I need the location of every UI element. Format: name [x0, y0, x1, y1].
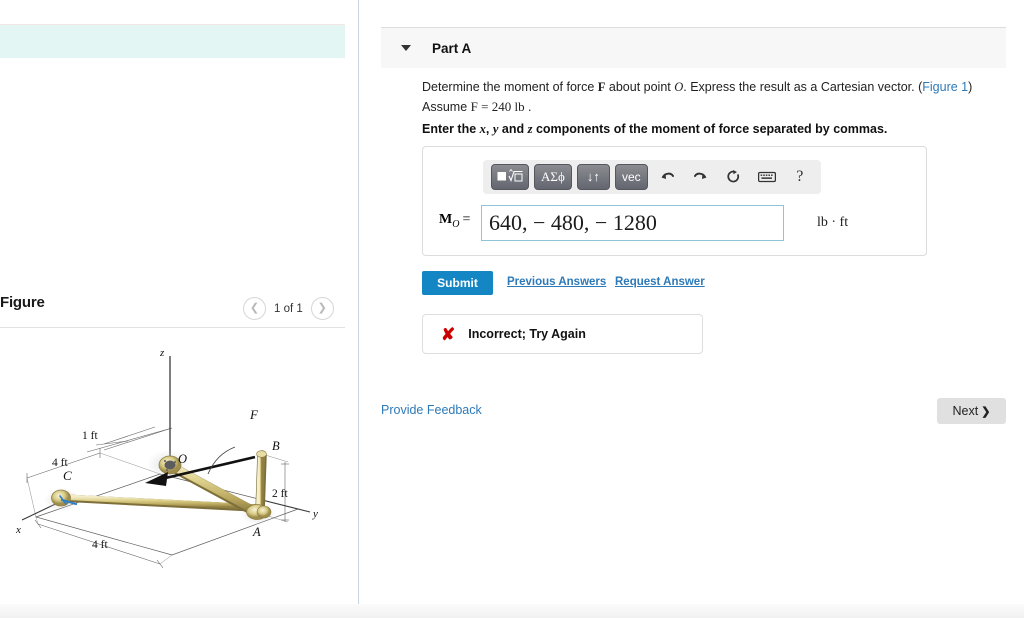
chevron-right-icon: ❯ — [981, 405, 991, 418]
figure-title: Figure — [0, 294, 45, 311]
request-answer-link[interactable]: Request Answer — [615, 276, 705, 288]
part-a-label: Part A — [432, 40, 472, 56]
next-button-label: Next — [952, 404, 979, 418]
figure-counter: 1 of 1 — [274, 302, 303, 315]
updown-arrows-button[interactable]: ↓↑ — [576, 164, 610, 190]
axis-label-z: z — [159, 347, 165, 359]
instruction-d: components of the moment of force separa… — [532, 122, 888, 136]
vector-button[interactable]: vec — [614, 164, 648, 190]
next-button[interactable]: Next ❯ — [937, 398, 1006, 424]
redo-icon[interactable] — [688, 164, 714, 190]
question-line1-b: about point — [605, 80, 675, 94]
cross-mark-icon: ✘ — [441, 324, 456, 344]
instruction-a: Enter the — [422, 122, 480, 136]
figure-panel: Figure ❮ 1 of 1 ❯ z y x O B A C F 1 ft 4… — [0, 0, 358, 618]
axis-label-y: y — [312, 508, 318, 520]
math-toolbar[interactable]: ΑΣϕ ↓↑ vec ? — [483, 160, 821, 194]
chevron-right-icon[interactable]: ❯ — [310, 297, 334, 320]
previous-answers-link[interactable]: Previous Answers — [507, 276, 606, 288]
point-label-B: B — [272, 439, 280, 453]
answer-container: ΑΣϕ ↓↑ vec ? MO = 640, − 480, − 1280 lb … — [422, 146, 927, 256]
template-radical-button[interactable] — [491, 164, 529, 190]
caret-down-icon[interactable] — [401, 45, 411, 51]
greek-symbols-button[interactable]: ΑΣϕ — [534, 164, 572, 190]
dimension-label-4ft-left: 4 ft — [52, 457, 68, 469]
template-radical-icon — [497, 169, 523, 183]
figure-pagination[interactable]: ❮ 1 of 1 ❯ — [243, 297, 334, 320]
mechanics-figure-diagram: z y x O B A C F 1 ft 4 ft 2 ft 4 ft — [15, 347, 318, 569]
highlight-band — [0, 24, 345, 58]
instruction-text: Enter the x, y and z components of the m… — [422, 120, 992, 139]
reset-icon[interactable] — [721, 164, 747, 190]
point-label-O: O — [178, 452, 187, 466]
question-line1-a: Determine the moment of force — [422, 80, 598, 94]
provide-feedback-link[interactable]: Provide Feedback — [381, 403, 482, 417]
question-line1-c: . Express the result as a Cartesian vect… — [683, 80, 923, 94]
dimension-label-4ft-bottom: 4 ft — [92, 539, 108, 551]
instruction-c: and — [498, 122, 528, 136]
answer-units: lb · ft — [817, 215, 849, 230]
force-label-F: F — [249, 407, 259, 422]
question-symbol-O: O — [674, 80, 684, 94]
problem-panel: Part A Determine the moment of force F a… — [359, 0, 1024, 618]
answer-variable-M: M — [439, 212, 453, 227]
problem-page: Figure ❮ 1 of 1 ❯ z y x O B A C F 1 ft 4… — [0, 0, 1024, 618]
figure-1-link[interactable]: Figure 1 — [922, 80, 968, 94]
feedback-message: Incorrect; Try Again — [468, 327, 586, 341]
keyboard-icon[interactable] — [754, 164, 780, 190]
part-a-header[interactable]: Part A — [381, 27, 1006, 68]
question-line2-b: . — [524, 99, 532, 114]
point-label-A: A — [252, 525, 261, 539]
answer-variable-label: MO = — [439, 212, 470, 230]
dimension-label-1ft: 1 ft — [82, 430, 98, 442]
question-line1-d: ) — [968, 80, 973, 94]
instruction-b: , — [485, 122, 493, 136]
undo-icon[interactable] — [655, 164, 681, 190]
feedback-banner: ✘ Incorrect; Try Again — [422, 314, 703, 354]
bottom-strip — [0, 604, 1024, 618]
answer-equals-sign: = — [462, 212, 471, 227]
submit-button[interactable]: Submit — [422, 271, 493, 295]
figure-divider — [0, 327, 345, 328]
point-label-C: C — [63, 468, 72, 483]
dimension-label-2ft: 2 ft — [272, 488, 288, 500]
question-text: Determine the moment of force F about po… — [422, 78, 992, 117]
question-line2-a: Assume — [422, 99, 471, 114]
help-icon[interactable]: ? — [787, 164, 813, 190]
assume-equation: F = 240 lb — [470, 98, 525, 114]
axis-label-x: x — [15, 524, 21, 536]
chevron-left-icon[interactable]: ❮ — [243, 297, 266, 320]
answer-input[interactable]: 640, − 480, − 1280 — [481, 205, 784, 241]
